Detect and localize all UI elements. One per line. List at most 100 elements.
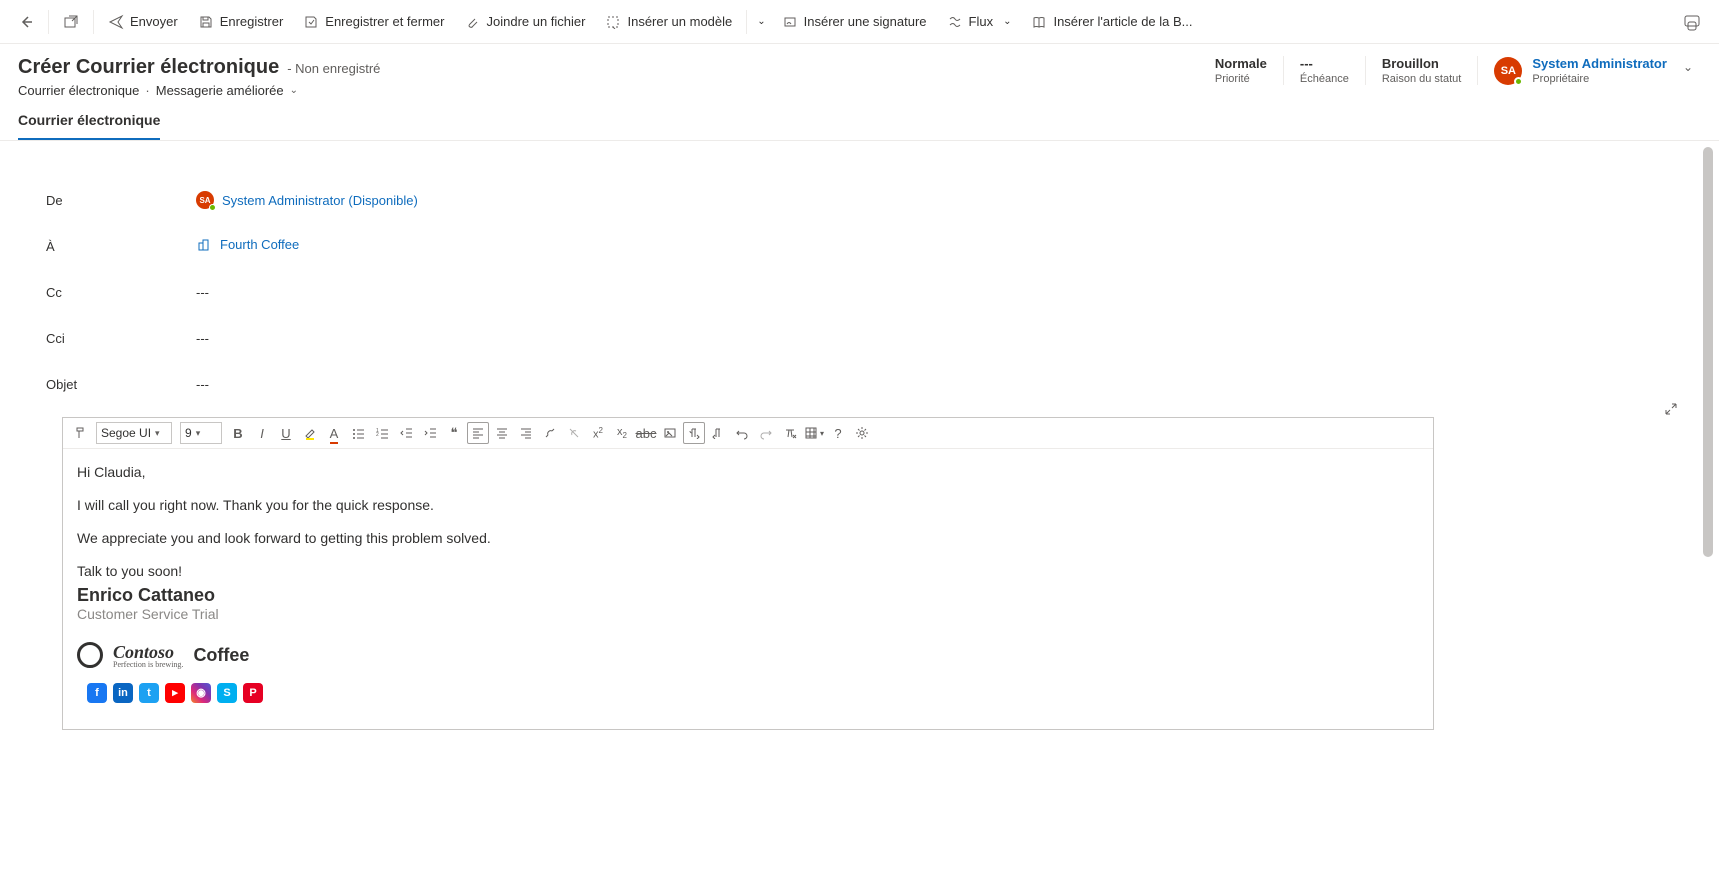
bcc-label: Cci <box>46 331 196 346</box>
vertical-scrollbar[interactable] <box>1701 141 1715 701</box>
header-expand[interactable]: ⌄ <box>1675 56 1701 78</box>
priority-stat[interactable]: Normale Priorité <box>1199 56 1283 85</box>
popout-button[interactable] <box>53 8 89 36</box>
underline-button[interactable]: U <box>275 422 297 444</box>
due-stat[interactable]: --- Échéance <box>1283 56 1365 85</box>
format-painter-button[interactable] <box>69 422 91 444</box>
tab-email[interactable]: Courrier électronique <box>18 112 160 140</box>
to-value[interactable]: Fourth Coffee <box>196 237 1434 256</box>
insert-signature-button[interactable]: Insérer une signature <box>772 8 937 36</box>
ltr-button[interactable] <box>683 422 705 444</box>
flow-button[interactable]: Flux ⌄ <box>937 8 1022 36</box>
bullet-list-button[interactable] <box>347 422 369 444</box>
signature-name: Enrico Cattaneo <box>77 585 1419 606</box>
signature-logo: Contoso Perfection is brewing. Coffee <box>77 642 1419 669</box>
font-family-value: Segoe UI <box>101 426 151 440</box>
breadcrumb-form[interactable]: Messagerie améliorée <box>156 83 284 98</box>
font-size-selector[interactable]: 9 ▾ <box>180 422 222 444</box>
template-dropdown[interactable]: ⌄ <box>751 10 771 33</box>
logo-coffee: Coffee <box>193 645 249 666</box>
indent-button[interactable] <box>419 422 441 444</box>
subject-value[interactable]: --- <box>196 377 1434 392</box>
save-close-button[interactable]: Enregistrer et fermer <box>293 8 454 36</box>
insert-article-button[interactable]: Insérer l'article de la B... <box>1021 8 1202 36</box>
signature-icon <box>782 14 798 30</box>
svg-text:2: 2 <box>376 432 379 438</box>
link-button[interactable] <box>539 422 561 444</box>
to-name: Fourth Coffee <box>220 237 299 252</box>
popout-icon <box>63 14 79 30</box>
attach-label: Joindre un fichier <box>486 14 585 29</box>
align-center-button[interactable] <box>491 422 513 444</box>
cc-value[interactable]: --- <box>196 285 1434 300</box>
undo-button[interactable] <box>731 422 753 444</box>
attach-button[interactable]: Joindre un fichier <box>454 8 595 36</box>
template-icon <box>605 14 621 30</box>
unlink-button[interactable] <box>563 422 585 444</box>
italic-button[interactable]: I <box>251 422 273 444</box>
due-label: Échéance <box>1300 73 1349 85</box>
chevron-down-icon: ⌄ <box>1003 16 1011 27</box>
template-label: Insérer un modèle <box>627 14 732 29</box>
logo-circle-icon <box>77 642 103 668</box>
align-left-button[interactable] <box>467 422 489 444</box>
reason-stat[interactable]: Brouillon Raison du statut <box>1365 56 1478 85</box>
rtl-button[interactable] <box>707 422 729 444</box>
editor-body[interactable]: Hi Claudia, I will call you right now. T… <box>63 449 1433 729</box>
outdent-button[interactable] <box>395 422 417 444</box>
subscript-button[interactable]: x2 <box>611 422 633 444</box>
scrollbar-thumb[interactable] <box>1703 147 1713 557</box>
font-color-button[interactable]: A <box>323 422 345 444</box>
image-button[interactable] <box>659 422 681 444</box>
flow-label: Flux <box>969 14 994 29</box>
redo-button[interactable] <box>755 422 777 444</box>
help-button[interactable]: ? <box>827 422 849 444</box>
chevron-down-icon: ⌄ <box>757 16 765 27</box>
back-button[interactable] <box>8 8 44 36</box>
save-status: - Non enregistré <box>287 61 380 76</box>
chevron-down-icon: ▾ <box>155 428 160 439</box>
priority-label: Priorité <box>1215 73 1267 85</box>
youtube-icon[interactable]: ▸ <box>165 683 185 703</box>
bcc-value[interactable]: --- <box>196 331 1434 346</box>
highlight-button[interactable] <box>299 422 321 444</box>
dot: · <box>145 83 149 98</box>
superscript-button[interactable]: x2 <box>587 422 609 444</box>
assistant-button[interactable] <box>1673 7 1711 37</box>
linkedin-icon[interactable]: in <box>113 683 133 703</box>
table-button[interactable]: ▾ <box>803 422 825 444</box>
align-right-button[interactable] <box>515 422 537 444</box>
bold-button[interactable]: B <box>227 422 249 444</box>
owner-block[interactable]: SA System Administrator Propriétaire <box>1477 56 1675 85</box>
insert-template-button[interactable]: Insérer un modèle <box>595 8 742 36</box>
form-panel: De SA System Administrator (Disponible) … <box>18 153 1462 417</box>
presence-indicator <box>1514 77 1523 86</box>
save-button[interactable]: Enregistrer <box>188 8 294 36</box>
pinterest-icon[interactable]: P <box>243 683 263 703</box>
expand-editor-button[interactable] <box>1663 401 1679 417</box>
separator <box>48 10 49 34</box>
priority-value: Normale <box>1215 56 1267 71</box>
send-button[interactable]: Envoyer <box>98 8 188 36</box>
chevron-down-icon[interactable]: ⌄ <box>290 85 298 96</box>
book-icon <box>1031 14 1047 30</box>
quote-button[interactable]: ❝ <box>443 422 465 444</box>
twitter-icon[interactable]: t <box>139 683 159 703</box>
facebook-icon[interactable]: f <box>87 683 107 703</box>
from-value[interactable]: SA System Administrator (Disponible) <box>196 191 1434 210</box>
font-family-selector[interactable]: Segoe UI ▾ <box>96 422 172 444</box>
tabs: Courrier électronique <box>0 98 1719 141</box>
number-list-button[interactable]: 12 <box>371 422 393 444</box>
social-row: f in t ▸ ◉ S P <box>87 683 1419 703</box>
skype-icon[interactable]: S <box>217 683 237 703</box>
form-area: De SA System Administrator (Disponible) … <box>0 141 1480 730</box>
header-left: Créer Courrier électronique - Non enregi… <box>18 56 380 98</box>
clear-format-button[interactable] <box>779 422 801 444</box>
arrow-left-icon <box>18 14 34 30</box>
reason-label: Raison du statut <box>1382 73 1462 85</box>
settings-button[interactable] <box>851 422 873 444</box>
save-icon <box>198 14 214 30</box>
strike-button[interactable]: abc <box>635 422 657 444</box>
toolbar-left: Envoyer Enregistrer Enregistrer et ferme… <box>8 8 1203 36</box>
instagram-icon[interactable]: ◉ <box>191 683 211 703</box>
